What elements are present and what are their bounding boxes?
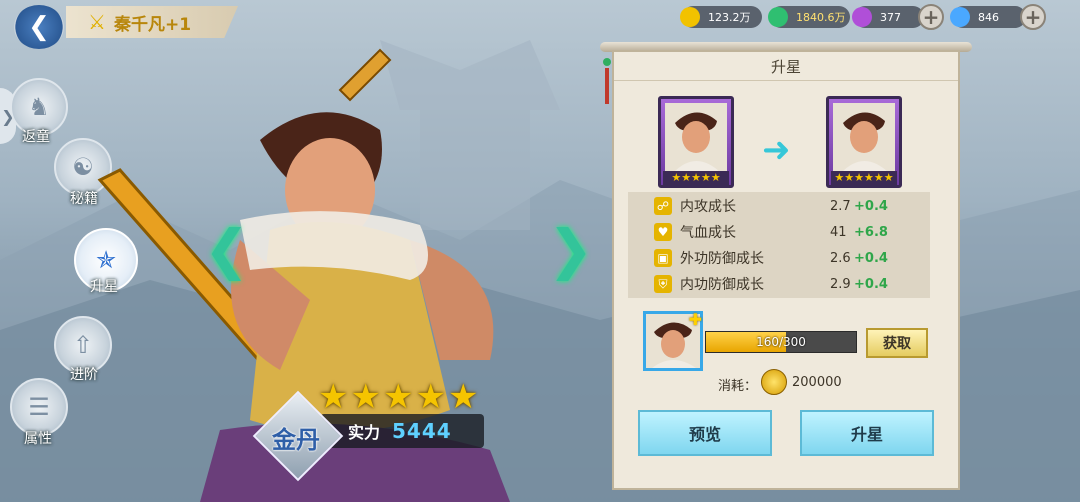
power-label: 实力 [348,423,381,442]
star-icon: ★ [415,377,446,417]
hero-portrait [665,103,727,173]
blue-diamond-icon [950,7,970,27]
stat-increase: +0.4 [854,198,888,214]
purple-orb-resource: 377 [852,6,924,28]
stat-name: 内攻成长 [680,199,736,215]
shard-progress-bar: 160/300 [705,331,857,353]
preview-label: 预览 [688,425,721,444]
list-icon: ☰ [28,393,50,421]
hero-portrait [833,103,895,173]
stat-value: 41 [830,224,847,240]
add-diamond-button[interactable]: + [1020,4,1046,30]
star-icon: ★ [691,171,701,184]
gold-coin-icon [761,369,787,395]
purple-orb-icon [852,7,872,27]
star-icon: ★ [883,171,894,184]
star-icon: ★ [854,171,864,184]
star-icon: ★ [350,377,381,417]
star-icon: ★ [864,171,874,184]
hero-shard-item[interactable]: ✚ [643,310,703,371]
green-gem-value: 1840.6万 [796,11,846,24]
power-display: 实力 5444 [320,414,484,448]
next-hero-card: ★ ★ ★ ★ ★ ★ [826,96,902,188]
power-value: 5444 [392,419,452,443]
back-arrow-icon: ❮ [28,12,50,42]
star-icon: ★ [318,377,349,417]
stat-name: 外功防御成长 [680,251,764,267]
stat-increase: +6.8 [854,224,888,240]
stat-value: 2.9 [830,276,851,292]
cost-value: 200000 [792,375,842,390]
preview-button[interactable]: 预览 [638,410,772,456]
cost-label: 消耗： [718,379,758,394]
stat-row: ☍ 内攻成长 2.7 +0.4 [628,193,930,219]
stat-increase: +0.4 [854,250,888,266]
star-icon: ★ [710,171,721,184]
stat-value: 2.6 [830,250,851,266]
star-icon: ★ [873,171,884,184]
gold-resource: 123.2万 [680,6,762,28]
stat-value: 2.7 [830,198,851,214]
diamond-resource: 846 [950,6,1026,28]
star-icon: ★ [447,377,479,417]
panel-title: 升星 [770,57,801,76]
stat-name: 内功防御成长 [680,277,764,293]
panel-header: 升星 [614,52,958,81]
star-icon: ★ [844,171,855,184]
star-icon: ★ [382,377,414,417]
purple-orb-value: 377 [880,10,901,24]
gold-value: 123.2万 [708,11,751,24]
horse-icon: ♞ [28,93,50,121]
add-purple-orb-button[interactable]: + [918,4,944,30]
get-shard-button[interactable]: 获取 [866,328,928,358]
previous-hero-button[interactable]: ❮ [204,218,249,281]
current-hero-card: ★ ★ ★ ★ ★ [658,96,734,188]
get-shard-label: 获取 [883,336,911,352]
stat-row: ▣ 外功防御成长 2.6 +0.4 [628,245,930,271]
tassel-ornament [603,58,611,104]
shield-icon: ⛨ [654,275,672,293]
star-up-label: 升星 [850,425,883,444]
gold-coin-icon [680,7,700,27]
star-icon: ★ [700,171,711,184]
hero-star-rating: ★ ★ ★ ★ ★ [318,380,478,414]
stat-row: ♥ 气血成长 41 +6.8 [628,219,930,245]
current-star-rating: ★ ★ ★ ★ ★ [663,171,729,185]
growth-stats-table: ☍ 内攻成长 2.7 +0.4 ♥ 气血成长 41 +6.8 ▣ 外功防御成长 … [628,192,930,298]
green-gem-icon [768,7,788,27]
star-icon: ★ [681,171,692,184]
menu-label-attributes: 属性 [24,431,52,447]
upgrade-arrow-icon: ➜ [762,130,791,170]
menu-label-rejuvenate: 返童 [22,129,50,145]
back-button[interactable]: ❮ [14,5,64,49]
green-gem-resource: 1840.6万 [768,6,850,28]
stat-name: 气血成长 [680,225,736,241]
armor-icon: ▣ [654,249,672,267]
star-up-button[interactable]: 升星 [800,410,934,456]
next-star-rating: ★ ★ ★ ★ ★ ★ [831,171,897,185]
next-hero-button[interactable]: ❯ [548,218,593,281]
fist-icon: ☍ [654,197,672,215]
star-icon: ★ [834,171,845,184]
progress-text: 160/300 [756,335,806,349]
heart-icon: ♥ [654,223,672,241]
rank-text: 金丹 [272,426,320,454]
stat-row: ⛨ 内功防御成长 2.9 +0.4 [628,271,930,297]
plus-icon: ✚ [688,310,702,329]
diamond-value: 846 [978,10,999,24]
stat-increase: +0.4 [854,276,888,292]
star-icon: ★ [671,171,682,184]
